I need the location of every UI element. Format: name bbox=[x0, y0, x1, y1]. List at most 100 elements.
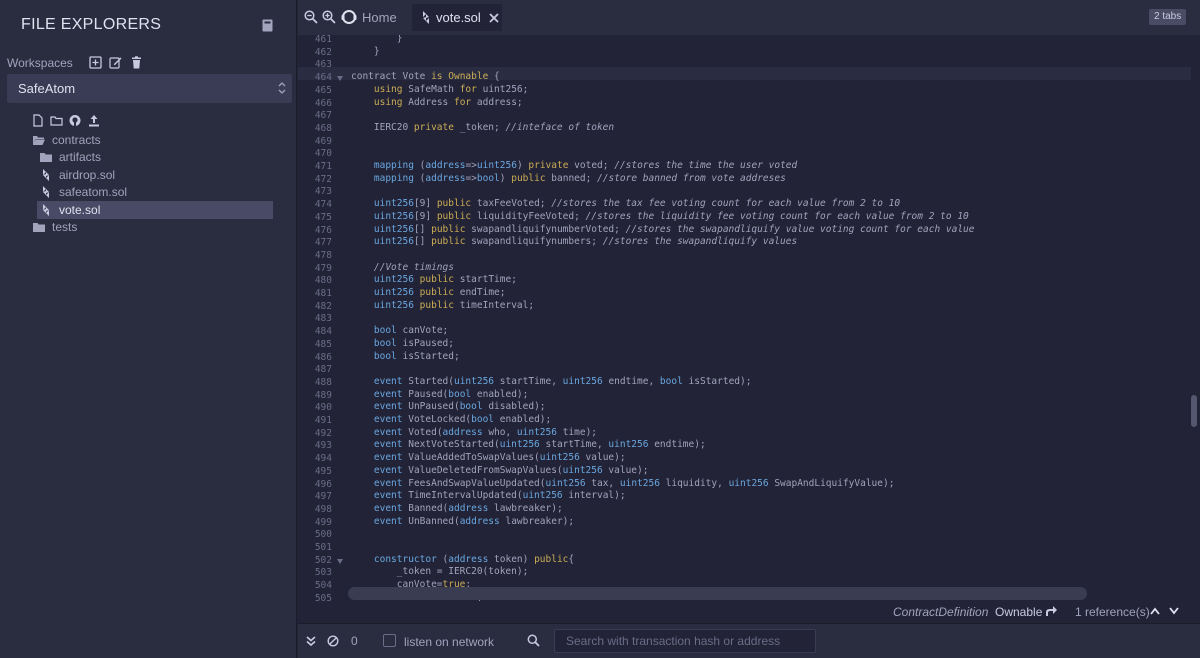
upload-icon[interactable] bbox=[88, 114, 100, 127]
tree-item-safeatom-sol[interactable]: safeatom.sol bbox=[39, 183, 127, 201]
line-number: 489 bbox=[314, 389, 332, 401]
line-number: 471 bbox=[314, 161, 332, 172]
jump-to-definition-icon[interactable] bbox=[1045, 606, 1057, 617]
close-tab-icon[interactable] bbox=[489, 12, 499, 23]
line-number: 504 bbox=[314, 580, 332, 592]
line-number: 472 bbox=[314, 173, 332, 185]
code-line: event Paused(bool enabled); bbox=[373, 388, 529, 400]
code-line: event FeesAndSwapValueUpdated(uint256 ta… bbox=[373, 477, 895, 489]
line-number: 467 bbox=[314, 110, 332, 122]
code-line: IERC20 private _token; //inteface of tok… bbox=[351, 121, 615, 133]
zoom-out-icon[interactable] bbox=[304, 10, 318, 24]
folder-icon bbox=[33, 223, 45, 232]
line-number: 476 bbox=[314, 224, 332, 236]
code-line: event ValueAddedToSwapValues(uint256 val… bbox=[373, 452, 626, 464]
line-number: 466 bbox=[314, 97, 332, 109]
tree-item-artifacts[interactable]: artifacts bbox=[39, 148, 101, 166]
line-number: 461 bbox=[314, 35, 332, 45]
new-folder-icon[interactable] bbox=[50, 114, 63, 127]
transaction-search-input[interactable] bbox=[554, 629, 816, 653]
line-number: 496 bbox=[314, 478, 332, 490]
definition-type: ContractDefinition bbox=[893, 605, 989, 619]
references-count: 1 reference(s) bbox=[1075, 605, 1150, 619]
horizontal-scrollbar[interactable] bbox=[348, 587, 1087, 600]
code-editor[interactable]: 461 462 463 464 465 466 467 468 469 470 471 472 473 4… bbox=[298, 35, 1200, 601]
definition-name: Ownable bbox=[995, 605, 1043, 619]
tab-vote-sol[interactable]: vote.sol bbox=[412, 4, 502, 31]
line-number: 486 bbox=[314, 351, 332, 363]
line-number: 485 bbox=[314, 338, 332, 350]
file-explorer-panel: FILE EXPLORERS Workspaces SafeAtom contr… bbox=[0, 0, 297, 658]
line-number: 478 bbox=[314, 249, 332, 261]
chevron-down-icon[interactable] bbox=[1169, 607, 1179, 615]
line-number: 462 bbox=[314, 46, 332, 58]
tree-item-contracts[interactable]: contracts bbox=[32, 131, 101, 149]
line-number: 505 bbox=[314, 592, 332, 601]
code-line: } bbox=[351, 45, 380, 57]
tree-item-label: airdrop.sol bbox=[59, 168, 116, 182]
chevron-up-icon[interactable] bbox=[1150, 607, 1160, 615]
book-icon[interactable] bbox=[262, 19, 273, 32]
line-number: 490 bbox=[314, 402, 332, 414]
line-number: 473 bbox=[314, 186, 332, 198]
fold-arrow-icon[interactable] bbox=[337, 76, 343, 82]
code-line: _token = IERC20(token); bbox=[351, 566, 529, 578]
folder-open-icon bbox=[33, 136, 45, 145]
terminal-bar: 0 listen on network bbox=[298, 623, 1200, 658]
tab-home-label: Home bbox=[362, 9, 397, 25]
tabs-count-badge[interactable]: 2 tabs bbox=[1149, 9, 1187, 25]
vertical-scrollbar[interactable] bbox=[1191, 395, 1197, 427]
line-number: 501 bbox=[314, 542, 332, 553]
line-number: 503 bbox=[314, 567, 332, 579]
listen-on-network-label: listen on network bbox=[404, 635, 495, 649]
line-number: 475 bbox=[314, 211, 332, 223]
github-icon[interactable] bbox=[69, 114, 81, 127]
solidity-icon bbox=[423, 11, 429, 24]
code-line: event TimeIntervalUpdated(uint256 interv… bbox=[373, 490, 626, 502]
delete-workspace-icon[interactable] bbox=[130, 56, 143, 69]
workspace-select[interactable]: SafeAtom bbox=[7, 74, 292, 103]
line-number: 494 bbox=[314, 453, 332, 465]
zoom-in-icon[interactable] bbox=[322, 10, 336, 24]
line-number: 502 bbox=[314, 554, 332, 566]
tab-vote-label: vote.sol bbox=[436, 10, 481, 25]
line-number: 468 bbox=[314, 122, 332, 134]
add-workspace-icon[interactable] bbox=[89, 56, 102, 69]
line-number: 493 bbox=[314, 440, 332, 452]
edit-workspace-icon[interactable] bbox=[109, 56, 122, 69]
tree-item-label: vote.sol bbox=[59, 203, 101, 217]
line-number: 479 bbox=[314, 262, 332, 274]
fold-arrow-icon[interactable] bbox=[337, 558, 343, 564]
line-number: 495 bbox=[314, 465, 332, 477]
editor-tab-bar: Home vote.sol 2 tabs bbox=[298, 0, 1200, 35]
tree-item-airdrop-sol[interactable]: airdrop.sol bbox=[39, 166, 115, 184]
line-number: 491 bbox=[314, 415, 332, 426]
line-number: 483 bbox=[314, 313, 332, 325]
tree-item-label: safeatom.sol bbox=[59, 185, 128, 199]
line-number: 498 bbox=[314, 503, 332, 515]
code-line: constructor (address token) public{ bbox=[373, 553, 575, 565]
code-line: using Address for address; bbox=[373, 96, 523, 108]
code-line: using SafeMath for uint256; bbox=[373, 83, 529, 95]
code-line: mapping (address=>uint256) private voted… bbox=[373, 160, 798, 171]
code-line: uint256[9] public taxFeeVoted; //stores … bbox=[373, 198, 901, 210]
tree-item-label: tests bbox=[52, 220, 78, 234]
tree-item-label: artifacts bbox=[59, 150, 102, 164]
code-line: event ValueDeletedFromSwapValues(uint256… bbox=[373, 464, 649, 476]
listen-on-network-checkbox[interactable] bbox=[383, 634, 396, 647]
line-number: 484 bbox=[314, 326, 332, 338]
code-line: uint256[] public swapandliquifynumberVot… bbox=[373, 223, 975, 235]
folder-icon bbox=[40, 153, 52, 162]
code-line: contract Vote is Ownable { bbox=[351, 71, 500, 83]
line-number: 487 bbox=[314, 364, 332, 376]
line-number: 480 bbox=[314, 275, 332, 287]
chevron-double-down-icon[interactable] bbox=[305, 635, 317, 647]
code-line: uint256 public startTime; bbox=[373, 274, 517, 286]
tree-item-tests[interactable]: tests bbox=[32, 218, 77, 236]
new-file-icon[interactable] bbox=[32, 114, 44, 127]
tab-home[interactable]: Home bbox=[341, 5, 397, 29]
line-number-gutter: 461 462 463 464 465 466 467 468 469 470 471 472 473 4… bbox=[298, 35, 344, 601]
line-number: 469 bbox=[314, 135, 332, 147]
clear-console-icon[interactable] bbox=[327, 635, 339, 647]
tree-item-vote-sol[interactable]: vote.sol bbox=[37, 201, 273, 219]
